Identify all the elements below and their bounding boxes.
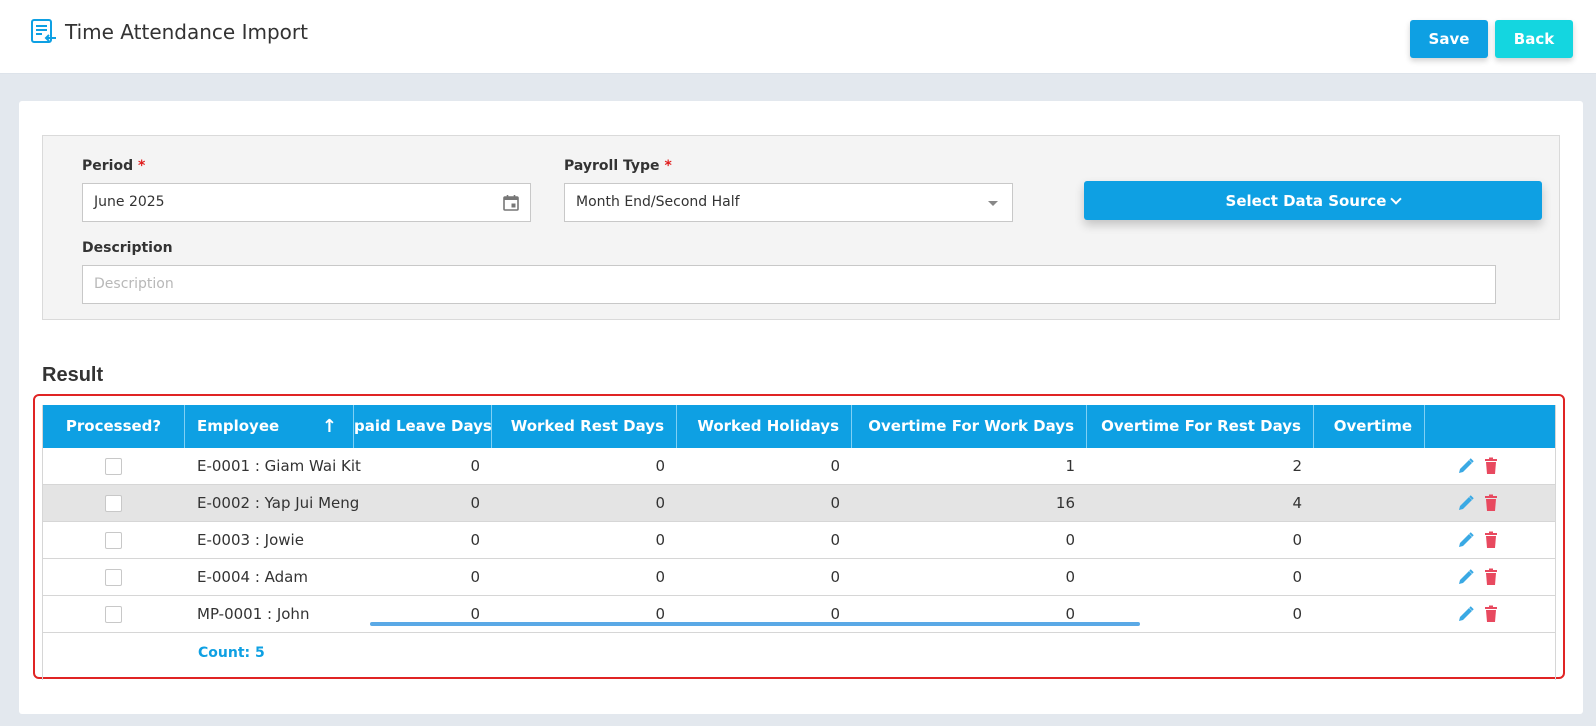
period-field[interactable]: June 2025: [82, 183, 531, 222]
col-processed[interactable]: Processed?: [43, 405, 185, 448]
unpaid-leave-cell: 0: [470, 531, 480, 549]
main-card: Period * June 2025 Payroll Type * Month …: [19, 101, 1583, 714]
employee-cell: E-0001 : Giam Wai Kit: [197, 457, 361, 475]
employee-cell: MP-0001 : John: [197, 605, 310, 623]
chevron-down-icon: [988, 201, 998, 206]
worked-rest-cell: 0: [655, 605, 665, 623]
employee-cell: E-0002 : Yap Jui Meng: [197, 494, 360, 512]
row-count: Count: 5: [198, 645, 265, 661]
col-overtime[interactable]: Overtime: [1314, 405, 1425, 448]
select-data-source-label: Select Data Source: [1225, 191, 1387, 210]
period-label: Period *: [82, 158, 146, 174]
ot-work-cell: 0: [1065, 568, 1075, 586]
processed-checkbox[interactable]: [105, 532, 122, 549]
select-data-source-button[interactable]: Select Data Source: [1084, 181, 1542, 220]
worked-rest-cell: 0: [655, 457, 665, 475]
employee-cell: E-0004 : Adam: [197, 568, 308, 586]
description-field[interactable]: [82, 265, 1496, 304]
worked-holidays-cell: 0: [830, 494, 840, 512]
ot-work-cell: 16: [1055, 494, 1075, 512]
unpaid-leave-cell: 0: [470, 568, 480, 586]
horizontal-scrollbar[interactable]: [370, 622, 1140, 626]
top-bar: Time Attendance Import Save Back: [0, 0, 1596, 74]
processed-checkbox[interactable]: [105, 458, 122, 475]
delete-icon[interactable]: [1482, 531, 1500, 549]
worked-holidays-cell: 0: [830, 531, 840, 549]
import-list-icon: [31, 19, 56, 43]
edit-icon[interactable]: [1457, 457, 1475, 475]
processed-checkbox[interactable]: [105, 495, 122, 512]
ot-rest-cell: 0: [1292, 605, 1302, 623]
col-worked-holidays[interactable]: Worked Holidays: [677, 405, 852, 448]
description-label: Description: [82, 240, 173, 256]
col-employee-label: Employee: [197, 417, 280, 435]
chevron-down-icon: [1390, 192, 1403, 205]
page-title: Time Attendance Import: [65, 20, 308, 44]
unpaid-leave-cell: 0: [470, 494, 480, 512]
payroll-type-label: Payroll Type *: [564, 158, 672, 174]
ot-work-cell: 1: [1065, 457, 1075, 475]
col-actions: [1425, 405, 1555, 448]
filter-panel: Period * June 2025 Payroll Type * Month …: [42, 135, 1560, 320]
delete-icon[interactable]: [1482, 568, 1500, 586]
sort-ascending-icon: ↑: [321, 416, 337, 437]
processed-checkbox[interactable]: [105, 569, 122, 586]
col-worked-rest-days[interactable]: Worked Rest Days: [492, 405, 677, 448]
table-row: E-0001 : Giam Wai Kit 0 0 0 1 2: [43, 448, 1555, 485]
col-overtime-work-days[interactable]: Overtime For Work Days: [852, 405, 1087, 448]
save-button[interactable]: Save: [1410, 20, 1488, 58]
ot-rest-cell: 0: [1292, 568, 1302, 586]
payroll-type-select[interactable]: Month End/Second Half: [564, 183, 1013, 222]
worked-holidays-cell: 0: [830, 605, 840, 623]
calendar-icon[interactable]: [502, 194, 520, 212]
result-title: Result: [42, 364, 104, 386]
unpaid-leave-cell: 0: [470, 605, 480, 623]
ot-rest-cell: 0: [1292, 531, 1302, 549]
worked-holidays-cell: 0: [830, 457, 840, 475]
ot-rest-cell: 4: [1292, 494, 1302, 512]
table-row: E-0002 : Yap Jui Meng 0 0 0 16 4: [43, 485, 1555, 522]
ot-work-cell: 0: [1065, 605, 1075, 623]
worked-rest-cell: 0: [655, 531, 665, 549]
col-employee[interactable]: Employee ↑: [185, 405, 354, 448]
period-value: June 2025: [94, 194, 165, 210]
delete-icon[interactable]: [1482, 605, 1500, 623]
table-row: E-0004 : Adam 0 0 0 0 0: [43, 559, 1555, 596]
payroll-type-value: Month End/Second Half: [576, 194, 740, 210]
table-row: E-0003 : Jowie 0 0 0 0 0: [43, 522, 1555, 559]
col-overtime-rest-days[interactable]: Overtime For Rest Days: [1087, 405, 1314, 448]
edit-icon[interactable]: [1457, 605, 1475, 623]
worked-holidays-cell: 0: [830, 568, 840, 586]
processed-checkbox[interactable]: [105, 606, 122, 623]
unpaid-leave-cell: 0: [470, 457, 480, 475]
delete-icon[interactable]: [1482, 457, 1500, 475]
edit-icon[interactable]: [1457, 494, 1475, 512]
delete-icon[interactable]: [1482, 494, 1500, 512]
edit-icon[interactable]: [1457, 531, 1475, 549]
ot-rest-cell: 2: [1292, 457, 1302, 475]
grid-header: Processed? Employee ↑ paid Leave Days Wo…: [43, 405, 1555, 448]
description-input[interactable]: [94, 276, 1484, 292]
employee-cell: E-0003 : Jowie: [197, 531, 304, 549]
result-grid: Processed? Employee ↑ paid Leave Days Wo…: [42, 405, 1556, 680]
table-row: MP-0001 : John 0 0 0 0 0: [43, 596, 1555, 633]
ot-work-cell: 0: [1065, 531, 1075, 549]
col-unpaid-leave-days[interactable]: paid Leave Days: [354, 405, 492, 448]
worked-rest-cell: 0: [655, 494, 665, 512]
edit-icon[interactable]: [1457, 568, 1475, 586]
worked-rest-cell: 0: [655, 568, 665, 586]
back-button[interactable]: Back: [1495, 20, 1573, 58]
